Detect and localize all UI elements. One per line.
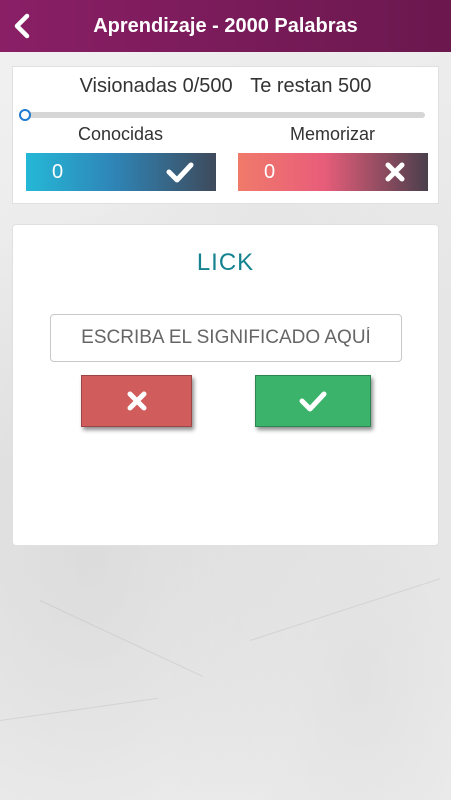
page-title: Aprendizaje - 2000 Palabras xyxy=(93,15,358,37)
memorize-count: 0 xyxy=(264,160,276,183)
memorize-counter[interactable]: 0 xyxy=(238,153,428,191)
known-label: Conocidas xyxy=(77,124,164,144)
progress-handle xyxy=(19,109,31,121)
wrong-button[interactable] xyxy=(81,375,192,427)
chevron-left-icon xyxy=(14,13,30,39)
background-texture xyxy=(39,600,204,678)
progress-bar xyxy=(19,109,425,121)
back-button[interactable] xyxy=(8,10,36,42)
known-counter[interactable]: 0 xyxy=(26,153,216,191)
vocabulary-word: LICK xyxy=(196,249,255,276)
word-card: LICK xyxy=(12,224,439,546)
known-count: 0 xyxy=(52,160,64,183)
meaning-input[interactable] xyxy=(50,314,402,362)
background-texture xyxy=(0,697,159,721)
memorize-label: Memorizar xyxy=(289,124,375,144)
stats-summary: Visionadas 0/500 Te restan 500 xyxy=(13,75,438,98)
remaining-count: Te restan 500 xyxy=(250,75,372,97)
stats-panel: Visionadas 0/500 Te restan 500 Conocidas… xyxy=(12,66,439,204)
check-icon xyxy=(299,391,327,412)
app-header: Aprendizaje - 2000 Palabras xyxy=(0,0,451,52)
check-icon xyxy=(166,162,194,183)
correct-button[interactable] xyxy=(255,375,371,427)
close-icon xyxy=(127,391,146,411)
background-texture xyxy=(249,578,441,641)
close-icon xyxy=(385,162,405,182)
viewed-count: Visionadas 0/500 xyxy=(79,75,233,97)
